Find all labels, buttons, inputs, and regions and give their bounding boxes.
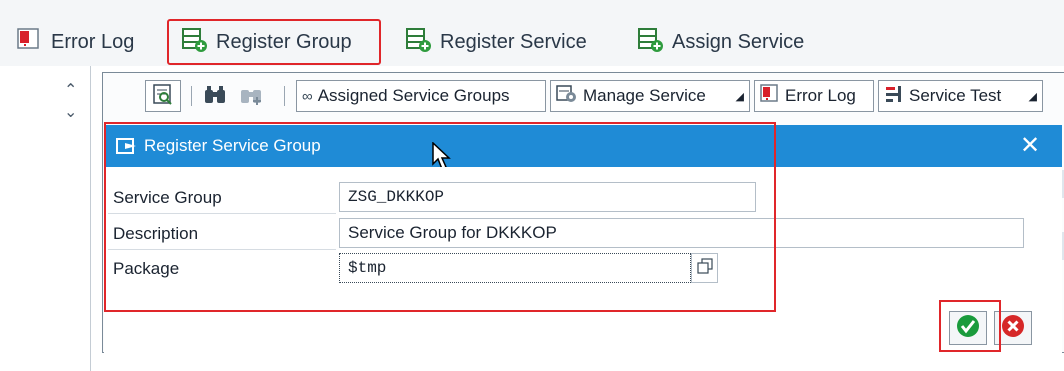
chevron-up-icon[interactable]: ⌃ (64, 80, 77, 100)
close-icon[interactable]: ✕ (1020, 131, 1040, 160)
error-log-sub-label: Error Log (785, 86, 856, 105)
main-toolbar: Error Log Register Group Register Servic… (0, 0, 1064, 66)
left-panel: ⌃ ⌄ (0, 66, 90, 371)
manage-service-button[interactable]: Manage Service ◢ (550, 80, 750, 112)
toolbar-separator (191, 86, 192, 106)
error-log-sub-button[interactable]: Error Log (754, 80, 874, 112)
manage-service-icon (556, 84, 578, 109)
register-group-highlight (167, 19, 381, 65)
glasses-icon: ∞ (302, 87, 313, 105)
manage-service-label: Manage Service (583, 86, 706, 105)
find-next-button[interactable] (236, 80, 266, 114)
details-icon (152, 83, 174, 110)
dropdown-arrow-icon: ◢ (735, 90, 744, 103)
find-button[interactable] (200, 80, 230, 114)
form-highlight (104, 122, 776, 312)
error-log-label: Error Log (51, 30, 135, 53)
cancel-icon (1001, 314, 1025, 343)
service-test-button[interactable]: Service Test ◢ (878, 80, 1043, 112)
error-log-icon (760, 83, 780, 109)
chevron-down-icon[interactable]: ⌄ (64, 102, 77, 122)
assigned-service-groups-label: Assigned Service Groups (317, 86, 510, 105)
service-test-label: Service Test (909, 86, 1002, 105)
register-service-button[interactable]: Register Service (405, 22, 587, 62)
details-button[interactable] (145, 80, 181, 112)
binoculars-icon (203, 84, 227, 111)
assigned-service-groups-button[interactable]: ∞ Assigned Service Groups (296, 80, 546, 112)
confirm-highlight (939, 300, 1001, 352)
assign-service-icon (637, 26, 665, 58)
assign-service-button[interactable]: Assign Service (637, 22, 804, 62)
error-log-icon (16, 27, 44, 57)
assign-service-label: Assign Service (672, 30, 805, 53)
dropdown-arrow-icon: ◢ (1028, 90, 1037, 103)
binoculars-plus-icon (239, 84, 263, 111)
register-service-icon (405, 26, 433, 58)
error-log-button[interactable]: Error Log (16, 22, 134, 62)
register-service-label: Register Service (440, 30, 587, 53)
toolbar-separator (284, 86, 285, 106)
service-test-icon (884, 84, 904, 109)
